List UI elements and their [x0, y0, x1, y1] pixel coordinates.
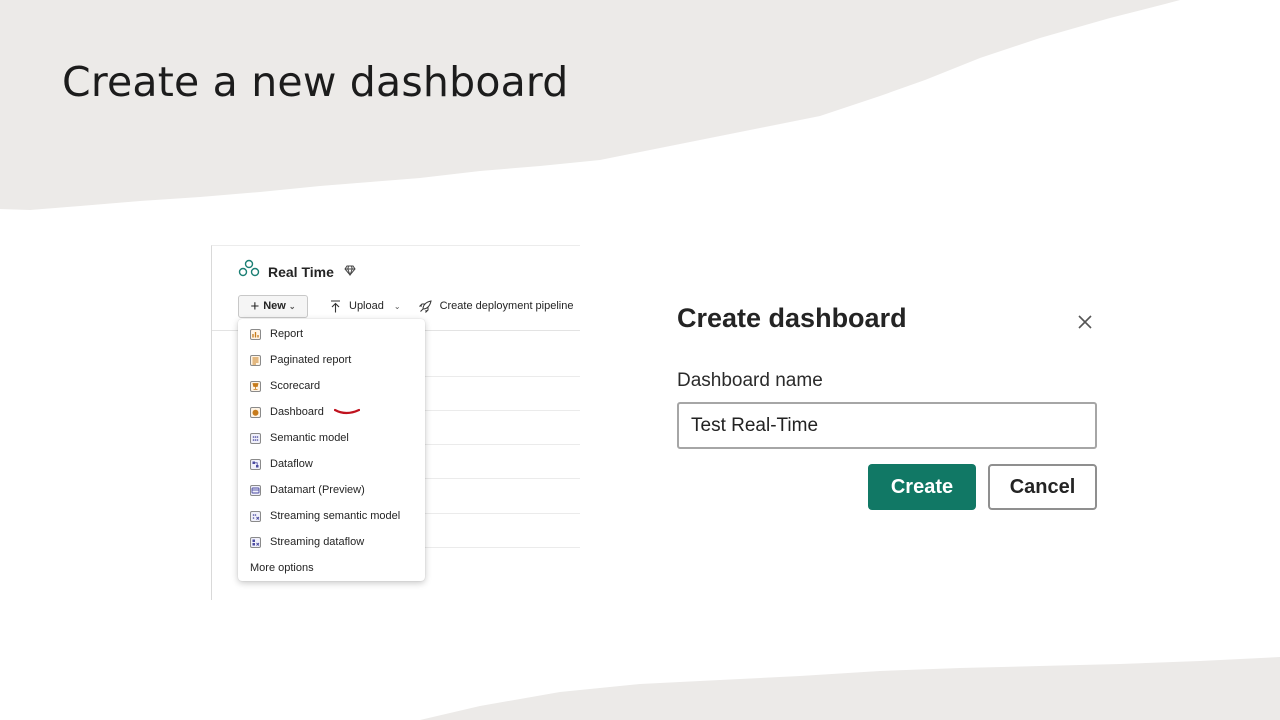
menu-item-label: Scorecard [270, 380, 321, 392]
create-deployment-pipeline-button[interactable]: Create deployment pipeline [418, 299, 574, 313]
menu-item-report[interactable]: Report [238, 321, 425, 347]
premium-diamond-icon [344, 263, 356, 281]
menu-item-scorecard[interactable]: Scorecard [238, 373, 425, 399]
datamart-icon [250, 484, 261, 496]
menu-item-label: Semantic model [270, 432, 349, 444]
workspace-icon [238, 259, 260, 284]
report-icon [250, 328, 261, 340]
list-row-divider [422, 410, 580, 411]
menu-item-label: Streaming dataflow [270, 536, 365, 548]
menu-item-streaming-dataflow[interactable]: Streaming dataflow [238, 529, 425, 555]
upload-label: Upload [349, 300, 384, 312]
chevron-down-icon: ⌄ [393, 301, 401, 311]
menu-item-datamart[interactable]: Datamart (Preview) [238, 477, 425, 503]
dialog-title: Create dashboard [677, 303, 907, 333]
paginated-report-icon [250, 354, 261, 366]
slide-title: Create a new dashboard [62, 58, 569, 106]
menu-item-label: Datamart (Preview) [270, 484, 365, 496]
list-row-divider [422, 547, 580, 548]
new-button[interactable]: + New ⌄ [238, 294, 308, 318]
scorecard-icon [250, 380, 261, 392]
rocket-icon [418, 299, 432, 313]
menu-item-streaming-semantic-model[interactable]: Streaming semantic model [238, 503, 425, 529]
close-icon [1078, 315, 1092, 329]
menu-item-label: Streaming semantic model [270, 510, 401, 522]
red-underline-annotation [333, 408, 360, 415]
streaming-semantic-model-icon [250, 510, 261, 522]
menu-item-dataflow[interactable]: Dataflow [238, 451, 425, 477]
more-options-label: More options [250, 562, 314, 574]
list-row-divider [422, 478, 580, 479]
workspace-panel: Real Time + New ⌄ Upload ⌄ Create deploy… [211, 245, 580, 600]
dashboard-name-input[interactable] [677, 402, 1097, 449]
list-row-divider [422, 513, 580, 514]
upload-icon [331, 299, 340, 312]
chevron-down-icon: ⌄ [288, 301, 296, 311]
torn-paper-bottom [420, 657, 1280, 720]
menu-item-label: Dataflow [270, 458, 313, 470]
workspace-title: Real Time [268, 263, 334, 280]
workspace-toolbar: + New ⌄ Upload ⌄ Create deployment pipel… [238, 294, 580, 318]
dashboard-icon [250, 406, 261, 418]
close-button[interactable] [1076, 313, 1094, 331]
new-menu: Report Paginated report Scorecard Dashbo… [238, 319, 425, 581]
upload-button[interactable]: Upload ⌄ [330, 299, 401, 313]
menu-item-semantic-model[interactable]: Semantic model [238, 425, 425, 451]
dashboard-name-label: Dashboard name [677, 370, 823, 391]
menu-item-paginated-report[interactable]: Paginated report [238, 347, 425, 373]
menu-item-label: Report [270, 328, 304, 340]
create-deployment-pipeline-label: Create deployment pipeline [439, 300, 574, 312]
plus-icon: + [250, 297, 260, 315]
semantic-model-icon [250, 432, 261, 444]
menu-item-label: Dashboard [270, 406, 324, 418]
menu-item-label: Paginated report [270, 354, 352, 366]
dataflow-icon [250, 458, 261, 470]
create-button[interactable]: Create [868, 464, 976, 510]
menu-item-more-options[interactable]: More options [238, 555, 425, 581]
workspace-header: Real Time [238, 259, 356, 284]
list-row-divider [422, 444, 580, 445]
list-row-divider [422, 376, 580, 377]
cancel-button[interactable]: Cancel [988, 464, 1097, 510]
streaming-dataflow-icon [250, 536, 261, 548]
new-button-label: New [263, 300, 286, 312]
menu-item-dashboard[interactable]: Dashboard [238, 399, 425, 425]
